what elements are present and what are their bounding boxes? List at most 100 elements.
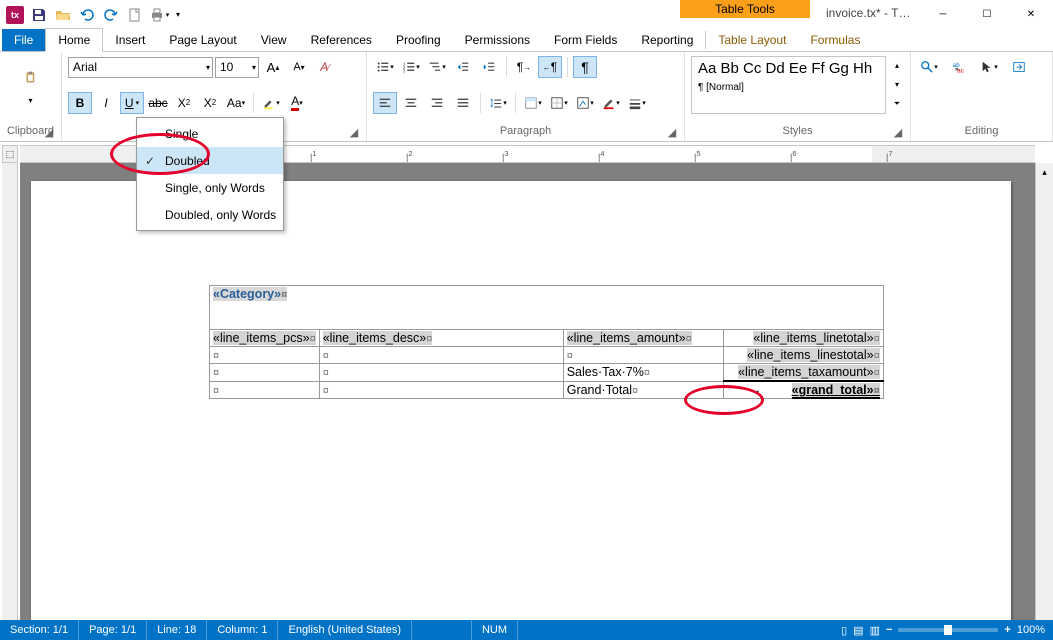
tab-form-fields[interactable]: Form Fields [542,29,629,51]
select-button[interactable]: ▾ [977,56,1001,78]
paragraph-launcher[interactable]: ◢ [666,126,678,138]
qat-customize-button[interactable]: ▾ [172,4,184,26]
tab-file[interactable]: File [2,29,45,51]
page[interactable]: «Category» «line_items_pcs» «line_items_… [31,181,1011,620]
save-button[interactable] [28,4,50,26]
tab-home[interactable]: Home [45,28,103,52]
tab-formulas[interactable]: Formulas [798,29,872,51]
zoom-level[interactable]: 100% [1017,624,1045,636]
cell[interactable] [213,365,219,379]
label-grand-total[interactable]: Grand·Total [567,383,638,397]
strikethrough-button[interactable]: abc [146,92,170,114]
change-case-button[interactable]: Aa▾ [224,92,248,114]
view-page-button[interactable]: ▯ [841,624,847,637]
align-right-button[interactable] [425,92,449,114]
tab-references[interactable]: References [299,29,384,51]
tab-permissions[interactable]: Permissions [453,29,542,51]
styles-more-button[interactable]: ⏷ [890,99,904,109]
justify-button[interactable] [451,92,475,114]
borders-button[interactable]: ▾ [547,92,571,114]
underline-single-words-item[interactable]: Single, only Words [137,174,283,201]
vertical-scrollbar[interactable]: ▴ [1035,163,1053,620]
replace-button[interactable]: abac [947,56,971,78]
status-num[interactable]: NUM [472,620,518,640]
field-taxamount[interactable]: «line_items_taxamount» [738,365,880,379]
new-doc-button[interactable] [124,4,146,26]
tab-insert[interactable]: Insert [103,29,157,51]
redo-button[interactable] [100,4,122,26]
font-family-combo[interactable]: Arial▾ [68,57,213,78]
cell[interactable] [213,383,219,397]
cell[interactable] [567,348,573,362]
styles-gallery[interactable]: Aa Bb Cc Dd Ee Ff Gg Hh ¶ [Normal] [691,56,886,114]
align-left-button[interactable] [373,92,397,114]
underline-doubled-item[interactable]: ✓Doubled [137,147,283,174]
field-grand-total[interactable]: «grand_total» [792,383,880,399]
label-sales-tax[interactable]: Sales·Tax·7% [567,365,650,379]
field-linestotal[interactable]: «line_items_linestotal» [747,348,880,362]
font-size-combo[interactable]: 10▾ [215,57,259,78]
tab-view[interactable]: View [249,29,299,51]
app-menu-button[interactable]: tx [4,4,26,26]
cell[interactable] [213,348,219,362]
category-field[interactable]: «Category» [213,287,287,301]
print-button[interactable]: ▾ [148,4,170,26]
highlight-button[interactable]: ▾ [259,92,283,114]
underline-button[interactable]: U▾ [120,92,144,114]
zoom-in-button[interactable]: + [1004,624,1010,636]
show-marks-button[interactable]: ¶ [573,56,597,78]
styles-up-button[interactable]: ▴ [890,61,904,70]
cell[interactable] [323,348,329,362]
italic-button[interactable]: I [94,92,118,114]
status-column[interactable]: Column: 1 [207,620,278,640]
styles-launcher[interactable]: ◢ [892,126,904,138]
find-button[interactable]: ▾ [917,56,941,78]
cell[interactable] [323,383,329,397]
tab-proofing[interactable]: Proofing [384,29,453,51]
shrink-font-button[interactable]: A▾ [287,56,311,78]
undo-button[interactable] [76,4,98,26]
minimize-button[interactable]: ─ [921,0,965,29]
border-width-button[interactable]: ▾ [625,92,649,114]
clear-formatting-button[interactable]: A∕ [313,56,337,78]
bold-button[interactable]: B [68,92,92,114]
merge-table[interactable]: «Category» «line_items_pcs» «line_items_… [209,285,884,399]
border-color-button[interactable]: ▾ [599,92,623,114]
field-pcs[interactable]: «line_items_pcs» [213,331,316,345]
bullets-button[interactable]: ▾ [373,56,397,78]
ruler-toggle[interactable]: ⬚ [2,145,18,163]
ltr-button[interactable]: ¶→ [512,56,536,78]
numbering-button[interactable]: 123▾ [399,56,423,78]
status-line[interactable]: Line: 18 [147,620,207,640]
view-web-button[interactable]: ▤ [853,624,863,637]
subscript-button[interactable]: X2 [172,92,196,114]
status-language[interactable]: English (United States) [278,620,412,640]
line-spacing-button[interactable]: ▾ [486,92,510,114]
align-center-button[interactable] [399,92,423,114]
view-columns-button[interactable]: ▥ [870,624,880,637]
shading-button[interactable]: ▾ [521,92,545,114]
font-launcher[interactable]: ◢ [348,126,360,138]
paste-button[interactable] [13,60,49,96]
close-button[interactable]: ✕ [1009,0,1053,29]
grow-font-button[interactable]: A▴ [261,56,285,78]
field-desc[interactable]: «line_items_desc» [323,331,433,345]
tab-table-layout[interactable]: Table Layout [706,29,798,51]
goto-button[interactable] [1007,56,1031,78]
field-amount[interactable]: «line_items_amount» [567,331,692,345]
styles-down-button[interactable]: ▾ [890,80,904,89]
status-section[interactable]: Section: 1/1 [0,620,79,640]
superscript-button[interactable]: X2 [198,92,222,114]
tab-reporting[interactable]: Reporting [629,29,705,51]
multilevel-button[interactable]: ▾ [425,56,449,78]
font-color-button[interactable]: A▾ [285,92,309,114]
increase-indent-button[interactable] [477,56,501,78]
zoom-slider[interactable] [898,628,998,632]
rtl-button[interactable]: ←¶ [538,56,562,78]
vertical-ruler[interactable] [2,163,18,620]
field-linetotal[interactable]: «line_items_linetotal» [753,331,879,345]
status-page[interactable]: Page: 1/1 [79,620,147,640]
clipboard-launcher[interactable]: ◢ [43,126,55,138]
zoom-out-button[interactable]: − [886,624,892,636]
maximize-button[interactable]: ☐ [965,0,1009,29]
